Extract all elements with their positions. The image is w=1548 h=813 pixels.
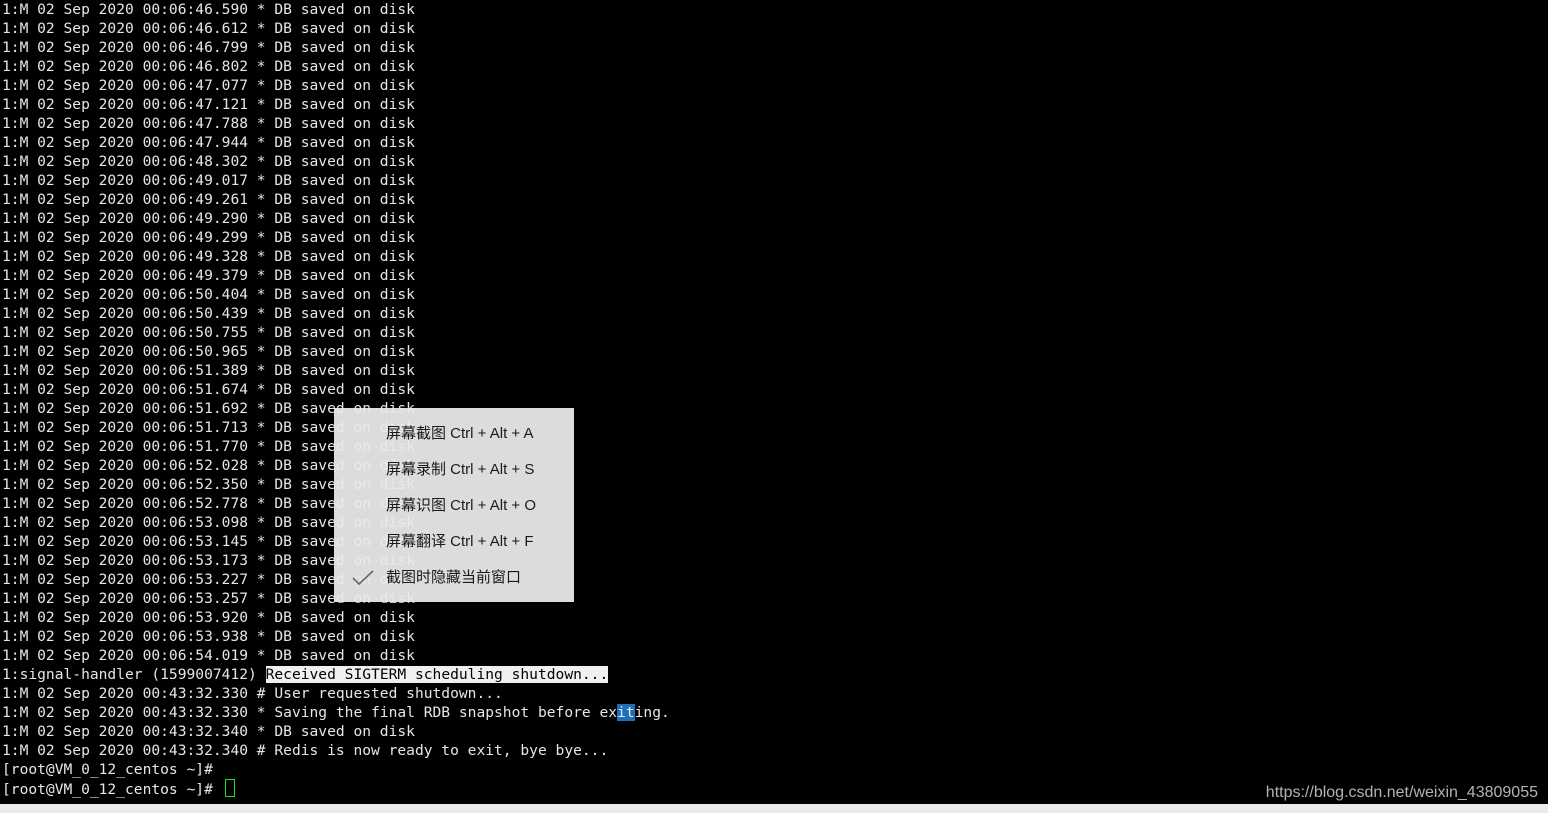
line-text: 1:M 02 Sep 2020 00:06:50.439 * DB saved … xyxy=(2,305,415,322)
log-line: 1:M 02 Sep 2020 00:06:49.299 * DB saved … xyxy=(2,228,670,247)
log-line: 1:M 02 Sep 2020 00:06:49.379 * DB saved … xyxy=(2,266,670,285)
line-text: 1:M 02 Sep 2020 00:06:50.755 * DB saved … xyxy=(2,324,415,341)
terminal-output: 1:M 02 Sep 2020 00:06:46.590 * DB saved … xyxy=(2,0,670,798)
line-text: 1:M 02 Sep 2020 00:06:51.389 * DB saved … xyxy=(2,362,415,379)
log-line: 1:M 02 Sep 2020 00:06:46.612 * DB saved … xyxy=(2,19,670,38)
log-line: 1:M 02 Sep 2020 00:06:49.261 * DB saved … xyxy=(2,190,670,209)
line-text: 1:M 02 Sep 2020 00:06:50.404 * DB saved … xyxy=(2,286,415,303)
log-line: 1:M 02 Sep 2020 00:06:51.674 * DB saved … xyxy=(2,380,670,399)
checkmark-icon xyxy=(352,570,374,586)
saving-line: 1:M 02 Sep 2020 00:43:32.330 * Saving th… xyxy=(2,703,670,722)
log-line: 1:M 02 Sep 2020 00:06:54.019 * DB saved … xyxy=(2,646,670,665)
line-text: 1:M 02 Sep 2020 00:06:49.290 * DB saved … xyxy=(2,210,415,227)
terminal-cursor[interactable] xyxy=(224,779,235,797)
line-text: 1:M 02 Sep 2020 00:06:53.920 * DB saved … xyxy=(2,609,415,626)
log-line: 1:M 02 Sep 2020 00:06:49.290 * DB saved … xyxy=(2,209,670,228)
line-text: 1:M 02 Sep 2020 00:06:47.788 * DB saved … xyxy=(2,115,415,132)
menu-item-label: 截图时隐藏当前窗口 xyxy=(386,569,522,586)
log-line: 1:M 02 Sep 2020 00:06:53.938 * DB saved … xyxy=(2,627,670,646)
line-text: 1:M 02 Sep 2020 00:06:48.302 * DB saved … xyxy=(2,153,415,170)
menu-item-label: 屏幕翻译 Ctrl + Alt + F xyxy=(386,533,534,550)
log-line: 1:M 02 Sep 2020 00:06:47.788 * DB saved … xyxy=(2,114,670,133)
log-line: 1:M 02 Sep 2020 00:06:47.121 * DB saved … xyxy=(2,95,670,114)
log-line: 1:M 02 Sep 2020 00:06:47.944 * DB saved … xyxy=(2,133,670,152)
log-line: 1:M 02 Sep 2020 00:06:53.920 * DB saved … xyxy=(2,608,670,627)
log-line: 1:M 02 Sep 2020 00:06:49.328 * DB saved … xyxy=(2,247,670,266)
saving-text-before: 1:M 02 Sep 2020 00:43:32.330 * Saving th… xyxy=(2,704,618,721)
shell-prompt: [root@VM_0_12_centos ~]# xyxy=(2,760,670,779)
line-text: 1:M 02 Sep 2020 00:43:32.340 # Redis is … xyxy=(2,742,609,759)
screenshot-context-menu: 屏幕截图 Ctrl + Alt + A 屏幕录制 Ctrl + Alt + S 屏幕… xyxy=(334,408,574,602)
line-text: 1:M 02 Sep 2020 00:06:50.965 * DB saved … xyxy=(2,343,415,360)
menu-item-2[interactable]: 屏幕录制 Ctrl + Alt + S xyxy=(334,452,574,488)
line-text: 1:M 02 Sep 2020 00:06:47.944 * DB saved … xyxy=(2,134,415,151)
signal-prefix: 1:signal-handler (1599007412) xyxy=(2,666,266,683)
menu-item-label: 屏幕识图 Ctrl + Alt + O xyxy=(386,497,537,514)
log-line: 1:M 02 Sep 2020 00:06:49.017 * DB saved … xyxy=(2,171,670,190)
saving-text-after: ing. xyxy=(634,704,670,721)
menu-item-4[interactable]: 屏幕翻译 Ctrl + Alt + F xyxy=(334,524,574,560)
menu-item-label: 屏幕截图 Ctrl + Alt + A xyxy=(386,425,534,442)
log-line: 1:M 02 Sep 2020 00:43:32.340 * DB saved … xyxy=(2,722,670,741)
selected-text: it xyxy=(617,704,635,721)
prompt-text: [root@VM_0_12_centos ~]# xyxy=(2,781,222,798)
log-line: 1:M 02 Sep 2020 00:06:50.439 * DB saved … xyxy=(2,304,670,323)
watermark-url: https://blog.csdn.net/weixin_43809055 xyxy=(1265,784,1538,801)
line-text: 1:M 02 Sep 2020 00:06:46.612 * DB saved … xyxy=(2,20,415,37)
line-text: 1:M 02 Sep 2020 00:06:49.299 * DB saved … xyxy=(2,229,415,246)
line-text: 1:M 02 Sep 2020 00:06:49.261 * DB saved … xyxy=(2,191,415,208)
prompt-text: [root@VM_0_12_centos ~]# xyxy=(2,761,213,778)
menu-item-1[interactable]: 屏幕截图 Ctrl + Alt + A xyxy=(334,416,574,452)
line-text: 1:M 02 Sep 2020 00:06:47.077 * DB saved … xyxy=(2,77,415,94)
log-line: 1:M 02 Sep 2020 00:06:48.302 * DB saved … xyxy=(2,152,670,171)
line-text: 1:M 02 Sep 2020 00:06:49.379 * DB saved … xyxy=(2,267,415,284)
menu-item-5[interactable]: 截图时隐藏当前窗口 xyxy=(334,560,574,596)
menu-item-label: 屏幕录制 Ctrl + Alt + S xyxy=(386,461,535,478)
line-text: 1:M 02 Sep 2020 00:06:47.121 * DB saved … xyxy=(2,96,415,113)
highlighted-text: Received SIGTERM scheduling shutdown... xyxy=(265,666,609,683)
log-line: 1:M 02 Sep 2020 00:06:47.077 * DB saved … xyxy=(2,76,670,95)
shell-prompt-active: [root@VM_0_12_centos ~]# xyxy=(2,779,670,798)
line-text: 1:M 02 Sep 2020 00:06:54.019 * DB saved … xyxy=(2,647,415,664)
line-text: 1:M 02 Sep 2020 00:43:32.330 # User requ… xyxy=(2,685,503,702)
line-text: 1:M 02 Sep 2020 00:06:51.674 * DB saved … xyxy=(2,381,415,398)
line-text: 1:M 02 Sep 2020 00:06:53.938 * DB saved … xyxy=(2,628,415,645)
log-line: 1:M 02 Sep 2020 00:06:46.802 * DB saved … xyxy=(2,57,670,76)
log-line: 1:M 02 Sep 2020 00:06:46.590 * DB saved … xyxy=(2,0,670,19)
line-text: 1:M 02 Sep 2020 00:06:46.799 * DB saved … xyxy=(2,39,415,56)
log-line: 1:M 02 Sep 2020 00:06:50.404 * DB saved … xyxy=(2,285,670,304)
line-text: 1:M 02 Sep 2020 00:06:49.328 * DB saved … xyxy=(2,248,415,265)
terminal-window[interactable]: 1:M 02 Sep 2020 00:06:46.590 * DB saved … xyxy=(0,0,1548,804)
menu-item-3[interactable]: 屏幕识图 Ctrl + Alt + O xyxy=(334,488,574,524)
log-line: 1:M 02 Sep 2020 00:06:51.389 * DB saved … xyxy=(2,361,670,380)
log-line: 1:M 02 Sep 2020 00:43:32.330 # User requ… xyxy=(2,684,670,703)
log-line: 1:M 02 Sep 2020 00:43:32.340 # Redis is … xyxy=(2,741,670,760)
line-text: 1:M 02 Sep 2020 00:06:46.590 * DB saved … xyxy=(2,1,415,18)
line-text: 1:M 02 Sep 2020 00:06:46.802 * DB saved … xyxy=(2,58,415,75)
log-line: 1:M 02 Sep 2020 00:06:50.965 * DB saved … xyxy=(2,342,670,361)
signal-line: 1:signal-handler (1599007412) Received S… xyxy=(2,665,670,684)
log-line: 1:M 02 Sep 2020 00:06:46.799 * DB saved … xyxy=(2,38,670,57)
line-text: 1:M 02 Sep 2020 00:43:32.340 * DB saved … xyxy=(2,723,415,740)
line-text: 1:M 02 Sep 2020 00:06:49.017 * DB saved … xyxy=(2,172,415,189)
bottom-strip xyxy=(0,804,1548,813)
log-line: 1:M 02 Sep 2020 00:06:50.755 * DB saved … xyxy=(2,323,670,342)
